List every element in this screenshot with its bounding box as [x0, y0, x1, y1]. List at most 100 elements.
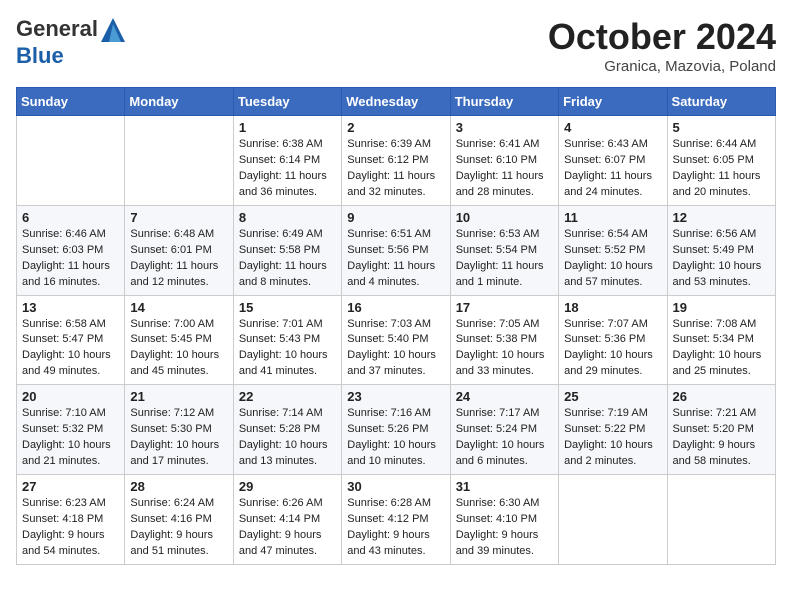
- calendar-cell: [17, 116, 125, 206]
- calendar-cell: 25 Sunrise: 7:19 AMSunset: 5:22 PMDayligh…: [559, 385, 667, 475]
- logo-general: General: [16, 16, 98, 41]
- day-number: 4: [564, 120, 661, 135]
- day-number: 2: [347, 120, 444, 135]
- day-detail: Sunrise: 6:43 AMSunset: 6:07 PMDaylight:…: [564, 137, 661, 201]
- day-detail: Sunrise: 6:54 AMSunset: 5:52 PMDaylight:…: [564, 227, 661, 291]
- day-number: 27: [22, 479, 119, 494]
- days-of-week-row: SundayMondayTuesdayWednesdayThursdayFrid…: [17, 88, 776, 116]
- calendar-cell: 16 Sunrise: 7:03 AMSunset: 5:40 PMDayligh…: [342, 295, 450, 385]
- calendar-cell: 24 Sunrise: 7:17 AMSunset: 5:24 PMDayligh…: [450, 385, 558, 475]
- dow-header-tuesday: Tuesday: [233, 88, 341, 116]
- day-detail: Sunrise: 7:01 AMSunset: 5:43 PMDaylight:…: [239, 317, 336, 381]
- calendar-cell: 28 Sunrise: 6:24 AMSunset: 4:16 PMDayligh…: [125, 475, 233, 565]
- calendar-cell: 6Sunrise: 6:46 AMSunset: 6:03 PMDaylight…: [17, 205, 125, 295]
- calendar-cell: [667, 475, 775, 565]
- day-number: 17: [456, 300, 553, 315]
- day-number: 13: [22, 300, 119, 315]
- month-title: October 2024: [548, 16, 776, 58]
- calendar-cell: 1Sunrise: 6:38 AMSunset: 6:14 PMDaylight…: [233, 116, 341, 206]
- calendar-cell: 7 Sunrise: 6:48 AMSunset: 6:01 PMDaylight…: [125, 205, 233, 295]
- day-number: 21: [130, 389, 227, 404]
- day-detail: Sunrise: 7:05 AMSunset: 5:38 PMDaylight:…: [456, 317, 553, 381]
- day-number: 11: [564, 210, 661, 225]
- day-number: 24: [456, 389, 553, 404]
- calendar-cell: 26Sunrise: 7:21 AMSunset: 5:20 PMDayligh…: [667, 385, 775, 475]
- dow-header-friday: Friday: [559, 88, 667, 116]
- day-detail: Sunrise: 6:53 AMSunset: 5:54 PMDaylight:…: [456, 227, 553, 291]
- calendar-cell: 4 Sunrise: 6:43 AMSunset: 6:07 PMDaylight…: [559, 116, 667, 206]
- calendar-week-4: 27 Sunrise: 6:23 AMSunset: 4:18 PMDayligh…: [17, 475, 776, 565]
- calendar-cell: 11 Sunrise: 6:54 AMSunset: 5:52 PMDayligh…: [559, 205, 667, 295]
- calendar-cell: 17 Sunrise: 7:05 AMSunset: 5:38 PMDayligh…: [450, 295, 558, 385]
- day-detail: Sunrise: 6:56 AMSunset: 5:49 PMDaylight:…: [673, 227, 770, 291]
- calendar-week-1: 6Sunrise: 6:46 AMSunset: 6:03 PMDaylight…: [17, 205, 776, 295]
- calendar-cell: 3Sunrise: 6:41 AMSunset: 6:10 PMDaylight…: [450, 116, 558, 206]
- day-detail: Sunrise: 6:51 AMSunset: 5:56 PMDaylight:…: [347, 227, 444, 291]
- calendar-cell: 8 Sunrise: 6:49 AMSunset: 5:58 PMDaylight…: [233, 205, 341, 295]
- day-number: 9: [347, 210, 444, 225]
- day-number: 25: [564, 389, 661, 404]
- calendar-cell: 21 Sunrise: 7:12 AMSunset: 5:30 PMDayligh…: [125, 385, 233, 475]
- calendar-week-3: 20 Sunrise: 7:10 AMSunset: 5:32 PMDayligh…: [17, 385, 776, 475]
- day-detail: Sunrise: 6:46 AMSunset: 6:03 PMDaylight:…: [22, 227, 119, 291]
- day-number: 31: [456, 479, 553, 494]
- calendar-cell: 29 Sunrise: 6:26 AMSunset: 4:14 PMDayligh…: [233, 475, 341, 565]
- day-number: 12: [673, 210, 770, 225]
- calendar-cell: 22Sunrise: 7:14 AMSunset: 5:28 PMDayligh…: [233, 385, 341, 475]
- day-detail: Sunrise: 6:30 AMSunset: 4:10 PMDaylight:…: [456, 496, 553, 560]
- dow-header-sunday: Sunday: [17, 88, 125, 116]
- dow-header-saturday: Saturday: [667, 88, 775, 116]
- day-detail: Sunrise: 7:03 AMSunset: 5:40 PMDaylight:…: [347, 317, 444, 381]
- day-detail: Sunrise: 6:23 AMSunset: 4:18 PMDaylight:…: [22, 496, 119, 560]
- day-number: 7: [130, 210, 227, 225]
- calendar-cell: 13 Sunrise: 6:58 AMSunset: 5:47 PMDayligh…: [17, 295, 125, 385]
- day-detail: Sunrise: 7:00 AMSunset: 5:45 PMDaylight:…: [130, 317, 227, 381]
- day-detail: Sunrise: 6:49 AMSunset: 5:58 PMDaylight:…: [239, 227, 336, 291]
- day-number: 19: [673, 300, 770, 315]
- calendar-cell: 19 Sunrise: 7:08 AMSunset: 5:34 PMDayligh…: [667, 295, 775, 385]
- day-detail: Sunrise: 6:39 AMSunset: 6:12 PMDaylight:…: [347, 137, 444, 201]
- day-detail: Sunrise: 6:24 AMSunset: 4:16 PMDaylight:…: [130, 496, 227, 560]
- day-number: 15: [239, 300, 336, 315]
- day-detail: Sunrise: 6:48 AMSunset: 6:01 PMDaylight:…: [130, 227, 227, 291]
- day-detail: Sunrise: 6:58 AMSunset: 5:47 PMDaylight:…: [22, 317, 119, 381]
- calendar-cell: 5Sunrise: 6:44 AMSunset: 6:05 PMDaylight…: [667, 116, 775, 206]
- day-detail: Sunrise: 7:17 AMSunset: 5:24 PMDaylight:…: [456, 406, 553, 470]
- day-detail: Sunrise: 6:41 AMSunset: 6:10 PMDaylight:…: [456, 137, 553, 201]
- day-number: 28: [130, 479, 227, 494]
- day-detail: Sunrise: 7:10 AMSunset: 5:32 PMDaylight:…: [22, 406, 119, 470]
- logo-icon: [99, 16, 127, 44]
- day-number: 8: [239, 210, 336, 225]
- day-number: 14: [130, 300, 227, 315]
- day-number: 30: [347, 479, 444, 494]
- calendar-cell: 2 Sunrise: 6:39 AMSunset: 6:12 PMDaylight…: [342, 116, 450, 206]
- logo-blue: Blue: [16, 43, 64, 68]
- day-number: 29: [239, 479, 336, 494]
- day-detail: Sunrise: 7:12 AMSunset: 5:30 PMDaylight:…: [130, 406, 227, 470]
- dow-header-wednesday: Wednesday: [342, 88, 450, 116]
- day-detail: Sunrise: 7:19 AMSunset: 5:22 PMDaylight:…: [564, 406, 661, 470]
- day-number: 18: [564, 300, 661, 315]
- location: Granica, Mazovia, Poland: [548, 58, 776, 75]
- day-number: 22: [239, 389, 336, 404]
- day-number: 16: [347, 300, 444, 315]
- calendar-table: SundayMondayTuesdayWednesdayThursdayFrid…: [16, 87, 776, 565]
- calendar-body: 1Sunrise: 6:38 AMSunset: 6:14 PMDaylight…: [17, 116, 776, 565]
- day-detail: Sunrise: 6:44 AMSunset: 6:05 PMDaylight:…: [673, 137, 770, 201]
- calendar-cell: 23Sunrise: 7:16 AMSunset: 5:26 PMDayligh…: [342, 385, 450, 475]
- calendar-cell: 10 Sunrise: 6:53 AMSunset: 5:54 PMDayligh…: [450, 205, 558, 295]
- calendar-cell: 20 Sunrise: 7:10 AMSunset: 5:32 PMDayligh…: [17, 385, 125, 475]
- calendar-week-0: 1Sunrise: 6:38 AMSunset: 6:14 PMDaylight…: [17, 116, 776, 206]
- day-number: 20: [22, 389, 119, 404]
- calendar-cell: [125, 116, 233, 206]
- calendar-cell: 9 Sunrise: 6:51 AMSunset: 5:56 PMDaylight…: [342, 205, 450, 295]
- dow-header-thursday: Thursday: [450, 88, 558, 116]
- logo: General Blue: [16, 16, 128, 68]
- day-detail: Sunrise: 6:26 AMSunset: 4:14 PMDaylight:…: [239, 496, 336, 560]
- dow-header-monday: Monday: [125, 88, 233, 116]
- day-number: 10: [456, 210, 553, 225]
- day-detail: Sunrise: 6:28 AMSunset: 4:12 PMDaylight:…: [347, 496, 444, 560]
- calendar-cell: 12 Sunrise: 6:56 AMSunset: 5:49 PMDayligh…: [667, 205, 775, 295]
- day-detail: Sunrise: 7:07 AMSunset: 5:36 PMDaylight:…: [564, 317, 661, 381]
- day-detail: Sunrise: 7:08 AMSunset: 5:34 PMDaylight:…: [673, 317, 770, 381]
